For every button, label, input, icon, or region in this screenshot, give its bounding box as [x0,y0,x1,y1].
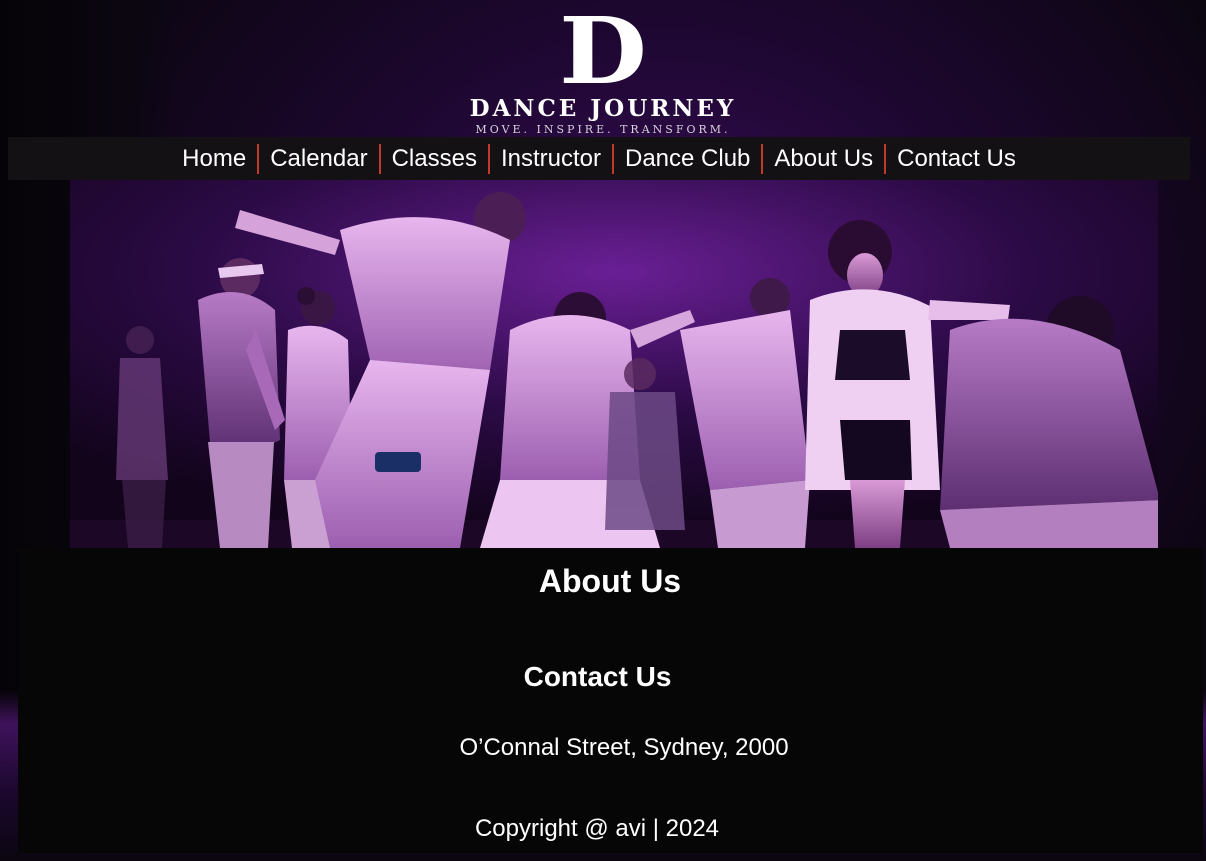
logo-tagline: MOVE. INSPIRE. TRANSFORM. [475,123,731,136]
copyright-text: Copyright @ avi | 2024 [474,815,720,842]
nav-item-about-us[interactable]: About Us [763,144,884,174]
about-us-heading: About Us [538,563,682,599]
hero-image [70,180,1158,548]
nav-item-calendar[interactable]: Calendar [259,144,378,174]
nav-item-dance-club[interactable]: Dance Club [614,144,761,174]
contact-address: O’Connal Street, Sydney, 2000 [459,734,789,761]
site-logo[interactable]: D DANCE JOURNEY MOVE. INSPIRE. TRANSFORM… [0,0,1206,137]
dance-performance-photo [70,180,1158,548]
main-nav: Home Calendar Classes Instructor Dance C… [8,137,1190,180]
nav-item-contact-us[interactable]: Contact Us [886,144,1027,174]
page: D DANCE JOURNEY MOVE. INSPIRE. TRANSFORM… [0,0,1206,861]
contact-us-heading: Contact Us [523,661,672,692]
nav-item-classes[interactable]: Classes [381,144,488,174]
nav-item-instructor[interactable]: Instructor [490,144,612,174]
logo-mark: D [559,0,647,105]
nav-item-home[interactable]: Home [171,144,257,174]
